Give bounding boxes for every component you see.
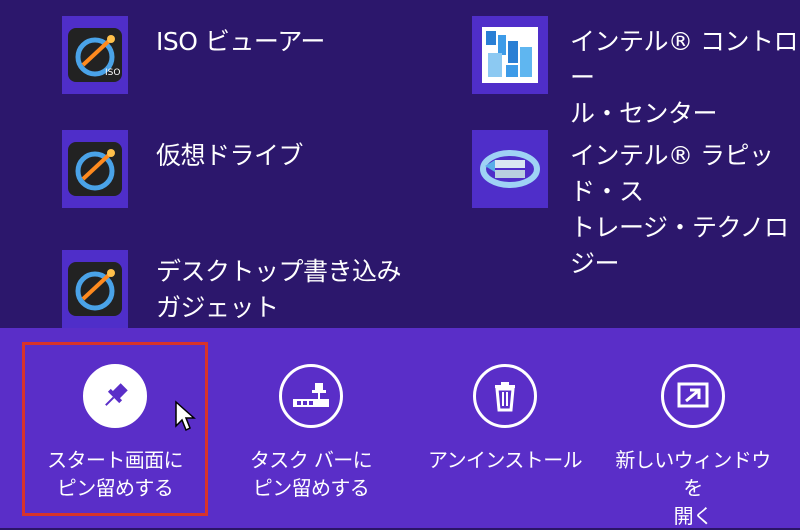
trash-icon bbox=[473, 364, 537, 428]
app-tile-intel-control-center[interactable]: インテル® コントロー ル・センター bbox=[472, 16, 800, 132]
intel-control-center-icon bbox=[472, 16, 548, 94]
uninstall-button[interactable]: アンインストール bbox=[420, 328, 590, 528]
pin-icon bbox=[83, 364, 147, 428]
pin-to-taskbar-button[interactable]: タスク バーに ピン留めする bbox=[226, 328, 396, 528]
pin-to-taskbar-label: タスク バーに ピン留めする bbox=[249, 448, 373, 500]
app-list: ISO ISO ビューアー 仮想ドライブ デスクトップ書き込み ガジェット イン… bbox=[0, 0, 800, 328]
app-label-virtual-drive: 仮想ドライブ bbox=[156, 141, 304, 170]
app-label-desktop-burn-gadget: デスクトップ書き込み ガジェット bbox=[156, 257, 402, 322]
virtual-drive-icon bbox=[62, 130, 128, 208]
app-tile-desktop-burn-gadget[interactable]: デスクトップ書き込み ガジェット bbox=[62, 250, 402, 328]
intel-rapid-storage-icon bbox=[472, 130, 548, 208]
app-bar: スタート画面に ピン留めする タスク バーに ピン留めする アンインストール 新… bbox=[0, 328, 800, 528]
app-label-intel-control-center: インテル® コントロー ル・センター bbox=[570, 27, 798, 128]
mouse-pointer-icon bbox=[174, 400, 196, 436]
app-tile-intel-rapid-storage[interactable]: インテル® ラピッド・ス トレージ・テクノロジー bbox=[472, 130, 800, 282]
open-new-window-button[interactable]: 新しいウィンドウを 開く bbox=[608, 328, 778, 528]
uninstall-label: アンインストール bbox=[428, 448, 583, 472]
pin-taskbar-icon bbox=[279, 364, 343, 428]
iso-viewer-icon: ISO bbox=[62, 16, 128, 94]
desktop-burn-gadget-icon bbox=[62, 250, 128, 328]
app-label-intel-rapid-storage: インテル® ラピッド・ス トレージ・テクノロジー bbox=[570, 141, 789, 278]
svg-text:ISO: ISO bbox=[105, 68, 120, 78]
app-tile-virtual-drive[interactable]: 仮想ドライブ bbox=[62, 130, 304, 208]
new-window-icon bbox=[661, 364, 725, 428]
open-new-window-label: 新しいウィンドウを 開く bbox=[615, 448, 771, 528]
pin-to-start-label: スタート画面に ピン留めする bbox=[47, 448, 183, 500]
app-tile-iso-viewer[interactable]: ISO ISO ビューアー bbox=[62, 16, 325, 94]
app-label-iso-viewer: ISO ビューアー bbox=[156, 27, 325, 56]
